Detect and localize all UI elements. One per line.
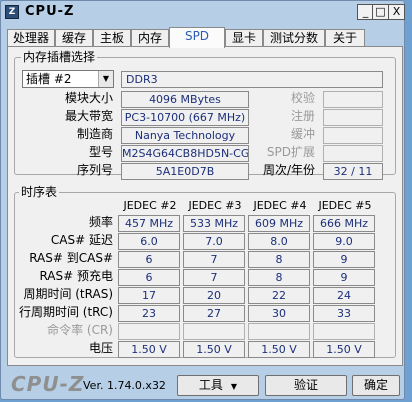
- spd-ext-label: SPD扩展: [266, 145, 315, 159]
- timing-cell: 7: [183, 269, 245, 286]
- timing-cell: 9.0: [313, 233, 375, 250]
- module-size-label: 模块大小: [64, 91, 113, 105]
- memory-type-field: DDR3: [121, 71, 383, 88]
- slot-select-value: 插槽 #2: [26, 72, 72, 86]
- slot-group-title: 内存插槽选择: [21, 50, 98, 64]
- timing-cell: 24: [313, 287, 375, 304]
- timing-row-label: 行周期时间 (tRC): [18, 305, 113, 319]
- serial-number-value: 5A1E0D7B: [121, 163, 249, 180]
- timing-cell: 609 MHz: [248, 215, 310, 232]
- timing-cell: 8: [248, 251, 310, 268]
- week-year-value: 32 / 11: [323, 163, 383, 180]
- validate-button[interactable]: 验证: [265, 375, 347, 396]
- timing-row-label: RAS# 到CAS#: [29, 251, 113, 265]
- timing-cell: [313, 323, 375, 340]
- slot-selection-group: 内存插槽选择 插槽 #2 ▼ DDR3 模块大小 4096 MBytes 校验 …: [14, 50, 396, 180]
- spd-panel: 内存插槽选择 插槽 #2 ▼ DDR3 模块大小 4096 MBytes 校验 …: [7, 46, 403, 366]
- timing-cell: 1.50 V: [118, 341, 180, 358]
- timing-cell: 6.0: [118, 233, 180, 250]
- timing-cell: [248, 323, 310, 340]
- timing-row-label: RAS# 预充电: [39, 269, 113, 283]
- timing-cell: 17: [118, 287, 180, 304]
- buffered-label: 缓冲: [290, 127, 315, 141]
- tools-button-label: 工具: [198, 378, 223, 392]
- ok-button[interactable]: 确定: [352, 375, 400, 396]
- timing-cell: [183, 323, 245, 340]
- timing-cell: 23: [118, 305, 180, 322]
- chevron-down-icon[interactable]: ▼: [98, 71, 113, 87]
- timing-cell: 666 MHz: [313, 215, 375, 232]
- tab-bench[interactable]: 测试分数: [263, 29, 325, 46]
- timing-cell: 22: [248, 287, 310, 304]
- timing-cell: 1.50 V: [183, 341, 245, 358]
- timing-cell: 33: [313, 305, 375, 322]
- registered-value: [323, 109, 383, 126]
- timing-cell: 7.0: [183, 233, 245, 250]
- correction-label: 校验: [290, 91, 315, 105]
- close-button[interactable]: X: [388, 4, 405, 20]
- timing-cell: 457 MHz: [118, 215, 180, 232]
- timing-cell: 20: [183, 287, 245, 304]
- part-number-value: M2S4G64CB8HD5N-CG: [121, 145, 249, 162]
- timing-row-label: 电压: [88, 341, 113, 355]
- window-title: CPU-Z: [25, 4, 75, 19]
- module-size-value: 4096 MBytes: [121, 91, 249, 108]
- timing-cell: 9: [313, 269, 375, 286]
- max-bandwidth-value: PC3-10700 (667 MHz): [121, 109, 249, 126]
- tools-button[interactable]: 工具 ▼: [177, 375, 259, 396]
- timing-cell: 6: [118, 269, 180, 286]
- tab-cache[interactable]: 缓存: [55, 29, 93, 46]
- timing-column-header: JEDEC #3: [188, 199, 242, 212]
- spd-ext-value: [323, 145, 383, 162]
- tab-mainboard[interactable]: 主板: [93, 29, 131, 46]
- slot-select[interactable]: 插槽 #2 ▼: [22, 70, 114, 88]
- timing-cell: 9: [313, 251, 375, 268]
- correction-value: [323, 91, 383, 108]
- timings-group: 时序表 JEDEC #2 JEDEC #3 JEDEC #4 JEDEC #5 …: [14, 185, 396, 358]
- timings-group-title: 时序表: [19, 185, 60, 199]
- timing-column-header: JEDEC #5: [318, 199, 372, 212]
- timing-row-label: 命令率 (CR): [47, 323, 113, 337]
- timing-cell: 1.50 V: [248, 341, 310, 358]
- tab-cpu[interactable]: 处理器: [7, 29, 55, 46]
- maximize-button[interactable]: □: [372, 4, 389, 20]
- part-number-label: 型号: [88, 145, 113, 159]
- tab-spd[interactable]: SPD: [169, 27, 225, 48]
- cpuz-app-icon: Z: [5, 5, 19, 19]
- cpuz-logo: CPU-Z: [11, 372, 85, 396]
- cpuz-window: Z CPU-Z _ □ X 处理器 缓存 主板 内存 SPD 显卡 测试分数 关…: [0, 0, 405, 400]
- title-bar[interactable]: Z CPU-Z _ □ X: [1, 1, 405, 25]
- registered-label: 注册: [290, 109, 315, 123]
- timing-row-label: 频率: [88, 215, 113, 229]
- timing-cell: 30: [248, 305, 310, 322]
- timing-cell: 8.0: [248, 233, 310, 250]
- serial-number-label: 序列号: [76, 163, 113, 177]
- timing-cell: [118, 323, 180, 340]
- buffered-value: [323, 127, 383, 144]
- version-text: Ver. 1.74.0.x32: [83, 379, 166, 392]
- timing-cell: 8: [248, 269, 310, 286]
- timing-column-header: JEDEC #4: [253, 199, 307, 212]
- manufacturer-value: Nanya Technology: [121, 127, 249, 144]
- timing-cell: 533 MHz: [183, 215, 245, 232]
- tab-about[interactable]: 关于: [325, 29, 365, 46]
- timing-cell: 6: [118, 251, 180, 268]
- tab-graphics[interactable]: 显卡: [225, 29, 263, 46]
- timing-row-label: CAS# 延迟: [50, 233, 113, 247]
- timing-row-label: 周期时间 (tRAS): [23, 287, 113, 301]
- max-bandwidth-label: 最大带宽: [64, 109, 113, 123]
- timing-cell: 27: [183, 305, 245, 322]
- manufacturer-label: 制造商: [76, 127, 113, 141]
- tab-memory[interactable]: 内存: [131, 29, 169, 46]
- timing-cell: 1.50 V: [313, 341, 375, 358]
- chevron-down-icon: ▼: [230, 382, 238, 391]
- timing-cell: 7: [183, 251, 245, 268]
- week-year-label: 周次/年份: [262, 163, 315, 177]
- timing-column-header: JEDEC #2: [123, 199, 177, 212]
